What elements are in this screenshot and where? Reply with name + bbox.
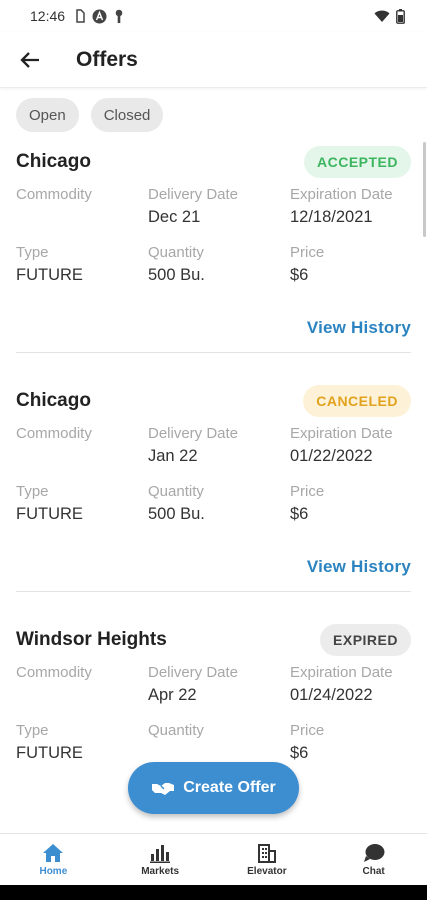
- expiration-date-label: Expiration Date: [290, 664, 393, 681]
- app-bar: Offers: [0, 32, 427, 88]
- commodity-value: [16, 208, 148, 230]
- delivery-date-value: Dec 21: [148, 208, 201, 226]
- nav-chat-label: Chat: [362, 865, 385, 877]
- home-icon: [43, 843, 64, 862]
- status-icons: [75, 9, 124, 24]
- offer-card: Chicago ACCEPTED Commodity Delivery Date…: [16, 142, 411, 353]
- arrow-left-icon: [20, 51, 39, 68]
- back-button[interactable]: [0, 32, 60, 88]
- delivery-date-label: Delivery Date: [148, 425, 239, 442]
- commodity-label: Commodity: [16, 186, 92, 203]
- expiration-date-label: Expiration Date: [290, 425, 393, 442]
- view-history-link[interactable]: View History: [307, 557, 411, 577]
- type-value: FUTURE: [16, 505, 83, 523]
- status-right-icons: [374, 8, 405, 24]
- delivery-date-label: Delivery Date: [148, 186, 239, 203]
- nav-elevator[interactable]: Elevator: [214, 834, 321, 885]
- nav-home[interactable]: Home: [0, 834, 107, 885]
- commodity-value: [16, 686, 148, 708]
- expiration-date-value: 12/18/2021: [290, 208, 373, 226]
- nav-home-label: Home: [39, 865, 68, 877]
- quantity-value: 500 Bu.: [148, 505, 205, 523]
- nav-chat[interactable]: Chat: [320, 834, 427, 885]
- delivery-date-label: Delivery Date: [148, 664, 239, 681]
- price-label: Price: [290, 244, 325, 261]
- chat-bubble-icon: [363, 843, 385, 862]
- type-label: Type: [16, 483, 49, 500]
- price-value: $6: [290, 505, 309, 523]
- type-label: Type: [16, 244, 49, 261]
- price-value: $6: [290, 744, 309, 762]
- expiration-date-value: 01/24/2022: [290, 686, 373, 704]
- commodity-label: Commodity: [16, 425, 92, 442]
- filter-chips: Open Closed: [0, 88, 427, 132]
- battery-icon: [396, 8, 405, 24]
- bar-chart-icon: [150, 844, 171, 863]
- divider: [16, 591, 411, 592]
- price-label: Price: [290, 722, 325, 739]
- divider: [16, 352, 411, 353]
- offer-card: Windsor Heights EXPIRED Commodity Delive…: [16, 620, 411, 766]
- offer-location: Chicago: [16, 151, 91, 172]
- quantity-label: Quantity: [148, 244, 204, 261]
- filter-closed-chip[interactable]: Closed: [90, 98, 164, 132]
- scrollbar[interactable]: [423, 142, 426, 237]
- offer-card: Chicago CANCELED Commodity Delivery Date…: [16, 381, 411, 592]
- quantity-label: Quantity: [148, 483, 204, 500]
- type-label: Type: [16, 722, 49, 739]
- wifi-icon: [374, 10, 390, 22]
- status-bar: 12:46: [0, 0, 427, 32]
- commodity-label: Commodity: [16, 664, 92, 681]
- nav-markets-label: Markets: [141, 865, 180, 877]
- system-gesture-bar: [0, 885, 427, 900]
- page-title: Offers: [76, 47, 138, 71]
- view-history-link[interactable]: View History: [307, 318, 411, 338]
- expiration-date-label: Expiration Date: [290, 186, 393, 203]
- commodity-value: [16, 447, 148, 469]
- status-time: 12:46: [30, 8, 66, 24]
- price-value: $6: [290, 266, 309, 284]
- handshake-icon: [152, 783, 175, 795]
- type-value: FUTURE: [16, 744, 83, 762]
- quantity-value: 500 Bu.: [148, 266, 205, 284]
- price-label: Price: [290, 483, 325, 500]
- create-offer-label: Create Offer: [183, 779, 276, 796]
- status-badge: CANCELED: [303, 385, 411, 417]
- nav-markets[interactable]: Markets: [107, 834, 214, 885]
- a-circle-icon: [92, 9, 107, 23]
- type-value: FUTURE: [16, 266, 83, 284]
- quantity-label: Quantity: [148, 722, 204, 739]
- building-icon: [257, 843, 276, 863]
- delivery-date-value: Apr 22: [148, 686, 197, 704]
- key-icon: [115, 9, 123, 23]
- offer-location: Windsor Heights: [16, 629, 167, 650]
- offers-list[interactable]: Open Closed Chicago ACCEPTED Commodity D…: [0, 88, 427, 833]
- bottom-nav: Home Markets Elevator Chat: [0, 833, 427, 885]
- expiration-date-value: 01/22/2022: [290, 447, 373, 465]
- create-offer-button[interactable]: Create Offer: [128, 762, 299, 814]
- filter-open-chip[interactable]: Open: [16, 98, 79, 132]
- sim-icon: [76, 9, 85, 23]
- status-badge: ACCEPTED: [303, 146, 411, 178]
- nav-elevator-label: Elevator: [247, 865, 287, 877]
- status-badge: EXPIRED: [320, 624, 411, 656]
- offer-location: Chicago: [16, 390, 91, 411]
- delivery-date-value: Jan 22: [148, 447, 198, 465]
